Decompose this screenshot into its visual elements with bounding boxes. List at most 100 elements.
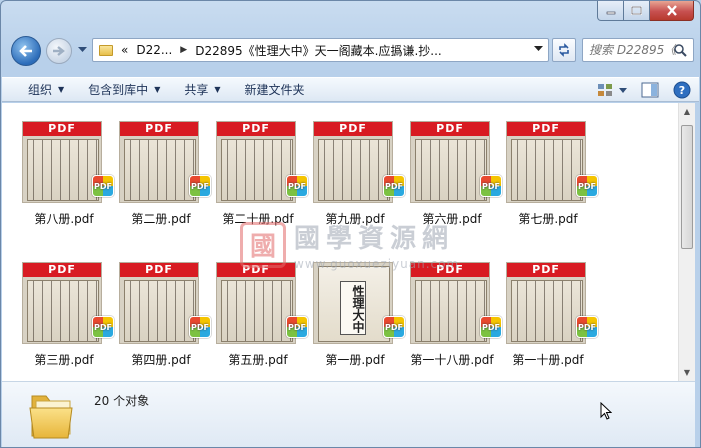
pdf-file-icon: PDF: [480, 316, 502, 338]
pdf-badge-text: PDF: [578, 181, 596, 191]
scanned-page-image: [318, 139, 390, 201]
file-item[interactable]: PDF PDF 第九册.pdf: [307, 107, 405, 227]
breadcrumb-item[interactable]: D22...: [136, 43, 172, 57]
pdf-badge-text: PDF: [94, 322, 112, 332]
file-item[interactable]: PDF PDF 第二十册.pdf: [210, 107, 308, 227]
file-thumbnail: PDF: [506, 262, 586, 344]
scanned-page-image: [415, 139, 487, 201]
file-name: 第一十八册.pdf: [410, 353, 494, 367]
scanned-page-image: [511, 280, 583, 342]
share-label: 共享: [184, 83, 209, 97]
back-button[interactable]: [11, 36, 41, 66]
file-thumbnail: PDF: [119, 121, 199, 203]
arrow-left-icon: [19, 45, 32, 57]
file-name: 第六册.pdf: [422, 212, 482, 226]
view-grid-icon: [598, 84, 612, 96]
caption-buttons: [597, 1, 694, 21]
file-name: 第五册.pdf: [228, 353, 288, 367]
scroll-down-icon[interactable]: ▼: [679, 364, 695, 381]
organize-menu[interactable]: 组织 ▼: [16, 78, 76, 101]
file-item[interactable]: PDF PDF 第二册.pdf: [113, 107, 211, 227]
pdf-file-icon: PDF: [189, 316, 211, 338]
file-item[interactable]: PDF PDF 第八册.pdf: [16, 107, 114, 227]
book-cover-image: 性理大中: [318, 266, 390, 342]
pdf-band-label: PDF: [120, 263, 198, 277]
preview-pane-icon[interactable]: [641, 82, 659, 98]
include-in-library-menu[interactable]: 包含到库中 ▼: [76, 78, 172, 101]
file-thumbnail: PDF: [410, 121, 490, 203]
svg-text:?: ?: [679, 84, 685, 97]
cover-title: 性理大中: [340, 281, 366, 335]
item-count: 20 个对象: [94, 394, 150, 408]
minimize-button[interactable]: [597, 1, 624, 21]
file-name: 第二十册.pdf: [222, 212, 294, 226]
file-item[interactable]: PDF PDF 第三册.pdf: [16, 248, 114, 368]
breadcrumb-separator-icon[interactable]: ▶: [180, 45, 187, 55]
pdf-badge-text: PDF: [191, 322, 209, 332]
scanned-page-image: [124, 139, 196, 201]
pdf-badge-text: PDF: [385, 181, 403, 191]
mouse-cursor-icon: [600, 402, 612, 420]
pdf-file-icon: PDF: [286, 316, 308, 338]
file-thumbnail: PDF: [216, 262, 296, 344]
pdf-badge-text: PDF: [482, 322, 500, 332]
scanned-page-image: [124, 280, 196, 342]
file-thumbnail: PDF: [216, 121, 296, 203]
pdf-band-label: PDF: [217, 263, 295, 277]
search-box[interactable]: [582, 38, 694, 62]
scanned-page-image: [221, 139, 293, 201]
command-bar: 组织 ▼ 包含到库中 ▼ 共享 ▼ 新建文件夹 ?: [2, 77, 699, 102]
file-name: 第一十册.pdf: [512, 353, 584, 367]
search-icon[interactable]: [674, 44, 687, 57]
pdf-file-icon: PDF: [480, 175, 502, 197]
scanned-page-image: [27, 139, 99, 201]
view-controls: ?: [597, 81, 691, 99]
scanned-page-image: [221, 280, 293, 342]
file-list: PDF PDF 第八册.pdf PDF PDF 第二册.pdf PDF PDF 第二十册.pdf…: [2, 103, 678, 381]
pdf-file-icon: PDF: [576, 175, 598, 197]
address-bar[interactable]: « D22... ▶ D22895《性理大中》天一阁藏本.应撝谦.抄...: [92, 38, 549, 62]
file-item[interactable]: PDF PDF 第四册.pdf: [113, 248, 211, 368]
pdf-file-icon: PDF: [383, 316, 405, 338]
scroll-up-icon[interactable]: ▲: [679, 103, 695, 120]
dropdown-arrow-icon: ▼: [214, 85, 221, 94]
dropdown-arrow-icon: ▼: [154, 85, 161, 94]
file-item[interactable]: PDF PDF 第一十册.pdf: [500, 248, 598, 368]
file-name: 第九册.pdf: [325, 212, 385, 226]
file-item[interactable]: 性理大中 PDF 第一册.pdf: [307, 248, 405, 368]
file-item[interactable]: PDF PDF 第六册.pdf: [404, 107, 502, 227]
pdf-file-icon: PDF: [92, 175, 114, 197]
close-icon: [666, 5, 677, 16]
vertical-scrollbar[interactable]: ▲ ▼: [678, 103, 695, 381]
scrollbar-thumb[interactable]: [681, 125, 693, 249]
file-item[interactable]: PDF PDF 第一十八册.pdf: [404, 248, 502, 368]
folder-icon: [99, 44, 113, 56]
breadcrumb-overflow[interactable]: «: [121, 43, 128, 57]
file-item[interactable]: PDF PDF 第七册.pdf: [500, 107, 598, 227]
chevron-down-icon: [77, 47, 87, 52]
close-button[interactable]: [650, 1, 694, 21]
file-item[interactable]: PDF PDF 第五册.pdf: [210, 248, 308, 368]
maximize-button[interactable]: [624, 1, 650, 21]
change-view-button[interactable]: [597, 83, 627, 97]
pdf-band-label: PDF: [120, 122, 198, 136]
search-input[interactable]: [589, 43, 677, 57]
dropdown-arrow-icon: ▼: [58, 85, 65, 94]
pdf-badge-text: PDF: [191, 181, 209, 191]
breadcrumb-current[interactable]: D22895《性理大中》天一阁藏本.应撝谦.抄...: [195, 42, 442, 59]
help-icon[interactable]: ?: [673, 81, 691, 99]
file-thumbnail: PDF: [313, 121, 393, 203]
explorer-window: « D22... ▶ D22895《性理大中》天一阁藏本.应撝谦.抄... 组织…: [0, 0, 701, 448]
scanned-page-image: [511, 139, 583, 201]
address-dropdown-icon[interactable]: [534, 46, 543, 52]
file-thumbnail: PDF: [22, 262, 102, 344]
pdf-file-icon: PDF: [92, 316, 114, 338]
forward-button[interactable]: [46, 38, 72, 64]
refresh-button[interactable]: [552, 38, 576, 62]
recent-pages-button[interactable]: [76, 44, 88, 56]
pdf-file-icon: PDF: [383, 175, 405, 197]
pdf-file-icon: PDF: [189, 175, 211, 197]
new-folder-button[interactable]: 新建文件夹: [233, 78, 317, 101]
refresh-icon: [559, 43, 569, 57]
share-menu[interactable]: 共享 ▼: [172, 78, 232, 101]
